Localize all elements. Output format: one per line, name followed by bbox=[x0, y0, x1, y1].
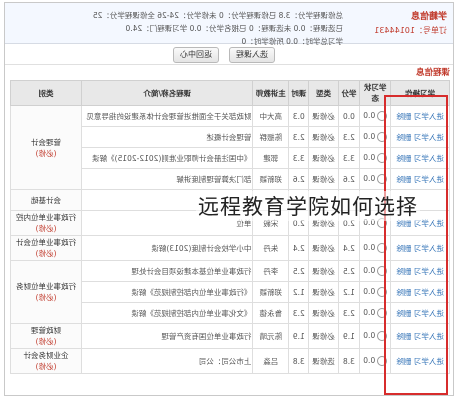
caption-text: 远程教育学院如何选择 bbox=[196, 191, 420, 221]
caption-overlay: 远程教育学院如何选择 bbox=[0, 0, 456, 400]
